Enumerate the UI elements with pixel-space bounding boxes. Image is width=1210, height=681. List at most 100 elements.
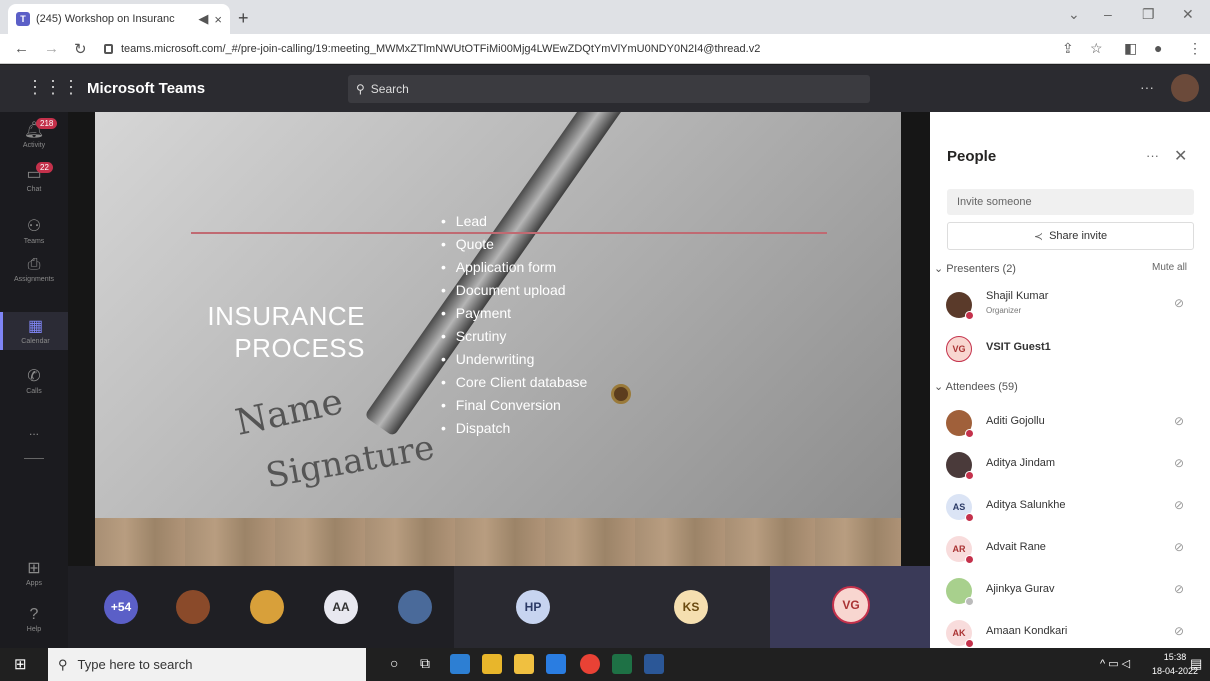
reload-icon[interactable]: ↻ xyxy=(74,40,87,58)
tab-title: (245) Workshop on Insuranc xyxy=(36,13,175,25)
profile-icon[interactable]: ● xyxy=(1154,40,1162,56)
presenters-section-toggle[interactable]: ⌄ Presenters (2) xyxy=(934,262,1016,275)
rail-label: Calls xyxy=(26,388,42,395)
activity-badge: 218 xyxy=(36,118,58,129)
edge-icon[interactable] xyxy=(450,654,470,674)
mic-off-icon[interactable]: ⊘ xyxy=(1174,624,1184,638)
mic-off-icon[interactable]: ⊘ xyxy=(1174,456,1184,470)
rail-item-teams[interactable]: ⚇ Teams xyxy=(0,216,68,245)
sidebar-icon[interactable]: ◧ xyxy=(1124,40,1137,57)
word-icon[interactable] xyxy=(644,654,664,674)
person-row[interactable]: Shajil Kumar Organizer ⊘ xyxy=(930,286,1210,326)
taskbar-search-input[interactable]: ⚲ Type here to search xyxy=(48,648,366,681)
mail-icon[interactable] xyxy=(546,654,566,674)
app-title: Microsoft Teams xyxy=(87,80,206,97)
more-options-icon[interactable]: ··· xyxy=(1146,148,1159,163)
more-options-icon[interactable]: ··· xyxy=(1140,79,1154,95)
windows-start-icon[interactable]: ⊞ xyxy=(14,655,27,673)
person-row[interactable]: AR Advait Rane ⊘ xyxy=(930,530,1210,570)
participant-avatar[interactable] xyxy=(250,590,284,624)
url-field[interactable]: teams.microsoft.com/_#/pre-join-calling/… xyxy=(104,38,1044,60)
back-icon[interactable]: ← xyxy=(14,40,29,57)
avatar[interactable] xyxy=(1171,74,1199,102)
rail-item-more[interactable]: ... xyxy=(0,424,68,438)
rail-item-chat[interactable]: ▭ 22 Chat xyxy=(0,162,68,193)
person-row[interactable]: AS Aditya Salunkhe ⊘ xyxy=(930,488,1210,528)
rail-label: Teams xyxy=(23,238,45,245)
file-explorer-icon[interactable] xyxy=(482,654,502,674)
rail-item-apps[interactable]: ⊞ Apps xyxy=(0,558,68,587)
chrome-icon[interactable] xyxy=(580,654,600,674)
browser-tab-bar: T (245) Workshop on Insuranc ◀ × + ⌄ – ❐… xyxy=(0,0,1210,34)
person-row[interactable]: VG VSIT Guest1 xyxy=(930,330,1210,370)
person-row[interactable]: Aditya Jindam ⊘ xyxy=(930,446,1210,486)
mic-off-icon[interactable]: ⊘ xyxy=(1174,414,1184,428)
attendees-section-toggle[interactable]: ⌄ Attendees (59) xyxy=(934,380,1018,393)
share-invite-label: Share invite xyxy=(1049,230,1108,242)
participant-tile[interactable]: HP xyxy=(454,566,612,648)
rail-label: Apps xyxy=(26,580,42,587)
person-name: Aditya Salunkhe xyxy=(986,499,1066,511)
search-input[interactable]: ⚲ Search xyxy=(348,75,870,103)
slide-bullet: Dispatch xyxy=(441,417,587,440)
store-icon[interactable] xyxy=(514,654,534,674)
browser-tab[interactable]: T (245) Workshop on Insuranc ◀ × xyxy=(8,4,230,34)
mic-off-icon[interactable]: ⊘ xyxy=(1174,296,1184,310)
search-icon: ⚲ xyxy=(58,656,68,672)
mic-off-icon[interactable]: ⊘ xyxy=(1174,540,1184,554)
rail-item-activity[interactable]: 🔔︎ 218 Activity xyxy=(0,118,68,149)
person-row[interactable]: Ajinkya Gurav ⊘ xyxy=(930,572,1210,612)
person-row[interactable]: Aditi Gojollu ⊘ xyxy=(930,404,1210,444)
restore-icon[interactable]: ❐ xyxy=(1142,6,1155,23)
task-view-icon[interactable]: ⧉ xyxy=(420,655,430,672)
mute-all-button[interactable]: Mute all xyxy=(1152,262,1187,273)
rail-item-assignments[interactable]: ⎙ Assignments xyxy=(0,256,68,283)
mic-off-icon[interactable]: ⊘ xyxy=(1174,498,1184,512)
participant-avatar[interactable]: AA xyxy=(324,590,358,624)
notifications-icon[interactable]: ▤ xyxy=(1190,656,1202,672)
rail-item-help[interactable]: ? Help xyxy=(0,606,68,633)
new-tab-button[interactable]: + xyxy=(238,8,249,29)
bookmark-star-icon[interactable]: ☆ xyxy=(1090,40,1103,57)
rail-label: Assignments xyxy=(13,276,55,283)
excel-icon[interactable] xyxy=(612,654,632,674)
share-invite-button[interactable]: ≺ Share invite xyxy=(947,222,1194,250)
slide-bullet: Core Client database xyxy=(441,371,588,394)
participant-avatar[interactable] xyxy=(176,590,210,624)
rail-label: Activity xyxy=(22,142,46,149)
forward-icon[interactable]: → xyxy=(44,40,59,57)
rail-label: Chat xyxy=(26,186,42,193)
app-launcher-icon[interactable]: ⋮⋮⋮ xyxy=(26,77,80,98)
slide-bullet: Quote xyxy=(441,233,587,256)
more-icon: ... xyxy=(28,424,39,438)
slide-bullet: Underwriting xyxy=(441,348,587,371)
cortana-icon[interactable]: ○ xyxy=(390,655,398,671)
participant-avatar[interactable] xyxy=(398,590,432,624)
rail-label: Calendar xyxy=(21,338,50,345)
menu-icon[interactable]: ⋮ xyxy=(1188,40,1202,57)
window-close-icon[interactable]: ✕ xyxy=(1182,6,1194,23)
participant-tile-self[interactable]: VG xyxy=(770,566,930,648)
slide-bullets: Lead Quote Application form Document upl… xyxy=(441,210,588,440)
assignments-icon: ⎙ xyxy=(27,256,41,273)
tab-close-icon[interactable]: × xyxy=(214,12,222,27)
avatar: AS xyxy=(946,494,974,522)
close-icon[interactable]: ✕ xyxy=(1174,146,1187,166)
avatar: AR xyxy=(946,536,974,564)
person-name: Advait Rane xyxy=(986,541,1046,553)
participant-tile[interactable]: KS xyxy=(612,566,770,648)
chevron-down-icon[interactable]: ⌄ xyxy=(1068,6,1080,23)
share-icon[interactable]: ⇪ xyxy=(1062,40,1074,57)
overflow-participants-button[interactable]: +54 xyxy=(104,590,138,624)
invite-input[interactable]: Invite someone xyxy=(947,189,1194,215)
minimize-icon[interactable]: – xyxy=(1104,6,1112,22)
mic-off-icon[interactable]: ⊘ xyxy=(1174,582,1184,596)
wood-floor-image xyxy=(95,518,901,566)
search-placeholder: Search xyxy=(370,82,409,96)
person-name: VSIT Guest1 xyxy=(986,341,1051,353)
rail-item-calendar[interactable]: ▦ Calendar xyxy=(0,312,68,350)
rail-item-calls[interactable]: ✆ Calls xyxy=(0,366,68,395)
tray-icons[interactable]: ^ ▭ ◁ xyxy=(1100,657,1130,670)
teams-header: ⋮⋮⋮ Microsoft Teams ⚲ Search ··· xyxy=(0,65,1210,112)
avatar xyxy=(946,410,974,438)
